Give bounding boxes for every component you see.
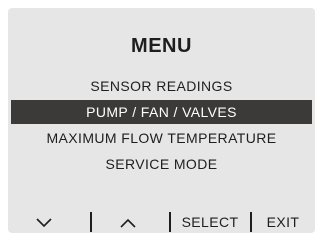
menu-item-sensor-readings[interactable]: SENSOR READINGS	[8, 74, 315, 98]
menu-item-pump-fan-valves[interactable]: PUMP / FAN / VALVES	[11, 100, 312, 124]
down-button[interactable]	[32, 210, 56, 234]
chevron-up-icon	[120, 218, 136, 228]
menu-title: MENU	[131, 35, 192, 57]
controller-display: MENU SENSOR READINGS PUMP / FAN / VALVES…	[8, 8, 315, 233]
menu-item-maximum-flow-temperature[interactable]: MAXIMUM FLOW TEMPERATURE	[8, 126, 315, 150]
exit-button[interactable]: EXIT	[260, 210, 306, 234]
menu-list: SENSOR READINGS PUMP / FAN / VALVES MAXI…	[8, 74, 315, 178]
softkey-bar: SELECT EXIT	[8, 210, 315, 234]
softkey-divider	[169, 212, 171, 232]
menu-item-service-mode[interactable]: SERVICE MODE	[8, 152, 315, 176]
softkey-divider	[250, 212, 252, 232]
up-button[interactable]	[116, 210, 140, 234]
select-button[interactable]: SELECT	[174, 210, 246, 234]
softkey-divider	[90, 212, 92, 232]
chevron-down-icon	[36, 218, 52, 228]
